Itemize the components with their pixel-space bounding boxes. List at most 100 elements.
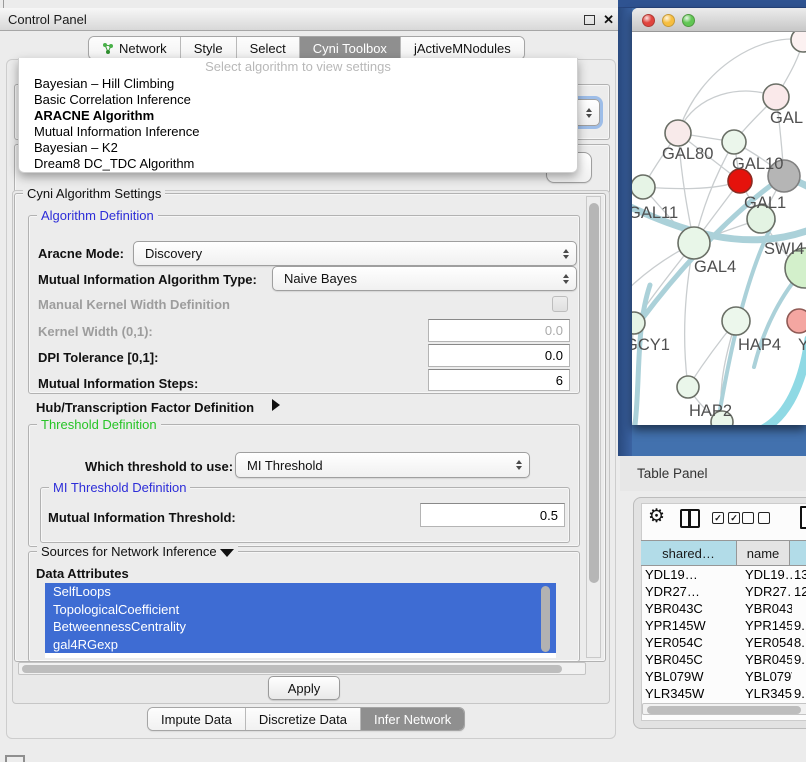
mi-type-combo[interactable]: Naive Bayes [272,266,577,291]
table-cell[interactable]: 9. [794,685,806,702]
table-cell[interactable]: YER054C [745,634,792,651]
network-window-titlebar[interactable] [632,8,806,32]
table-cell[interactable]: 8. [794,634,806,651]
node-gal80[interactable] [665,120,691,146]
tab-infer-network[interactable]: Infer Network [361,708,464,730]
tab-label: jActiveMNodules [414,41,511,56]
algorithm-option[interactable]: Basic Correlation Inference [19,92,577,108]
algorithm-option[interactable]: Bayesian – K2 [19,140,577,156]
network-canvas[interactable]: GALGAL80GAL10GAL11GAL1SWI4GAL4GCY1HAP4YH… [632,31,806,425]
aracne-mode-label: Aracne Mode: [38,246,124,261]
attribute-list-item[interactable]: gal4RGexp [45,636,556,654]
attribute-list-item[interactable]: SelfLoops [45,583,556,601]
columns-icon[interactable] [680,509,700,528]
table-cell[interactable]: YDL19… [745,566,792,583]
table-horizontal-scrollbar[interactable] [642,703,806,715]
tab-label: Discretize Data [259,712,347,727]
combo-arrows-icon [563,274,569,284]
column-header-shared…[interactable]: shared… [641,540,737,566]
column-header-A[interactable]: A [790,540,806,566]
dpi-tolerance-field[interactable]: 0.0 [428,344,570,367]
attribute-list-item[interactable]: BetweennessCentrality [45,618,556,636]
tab-label: Impute Data [161,712,232,727]
table-cell[interactable]: YPR145W [645,617,735,634]
table-cell[interactable]: YLR345W [645,685,735,702]
zoom-window-icon[interactable] [682,14,695,27]
tab-label: Style [194,41,223,56]
mi-steps-field[interactable]: 6 [428,369,570,391]
minimize-window-icon[interactable] [662,14,675,27]
float-panel-icon[interactable] [584,15,595,25]
tab-style[interactable]: Style [181,37,237,59]
table-panel-titlebar: Table Panel [620,456,806,491]
table-cell[interactable]: YBR045C [745,651,792,668]
desktop-top-strip [618,0,806,8]
table-cell[interactable]: 12 [794,583,806,600]
algorithm-option[interactable]: ARACNE Algorithm [19,108,577,124]
apply-button[interactable]: Apply [268,676,340,700]
collapse-arrow-icon[interactable] [220,549,234,557]
minimized-panel-icon[interactable] [5,755,25,762]
aracne-mode-combo[interactable]: Discovery [133,241,577,266]
deselect-all-checks-icon[interactable] [742,512,770,524]
node-hap2[interactable] [677,376,699,398]
node-top[interactable] [791,31,806,52]
tab-cyni-toolbox[interactable]: Cyni Toolbox [300,37,401,59]
node-gal7[interactable] [763,84,789,110]
tab-label: Network [119,41,167,56]
settings-horizontal-scrollbar-thumb[interactable] [22,665,562,673]
attributes-list-scrollbar-thumb[interactable] [541,586,550,652]
table-cell[interactable]: YBR043C [745,600,792,617]
data-attributes-list[interactable]: SelfLoopsTopologicalCoefficientBetweenne… [45,583,556,658]
algorithm-option[interactable]: Mutual Information Inference [19,124,577,140]
table-cell[interactable]: YBR043C [645,600,735,617]
node-label: HAP4 [738,336,781,354]
tab-network[interactable]: Network [89,37,181,59]
table-cell[interactable]: YDR27… [645,583,735,600]
table-cell[interactable]: 13 [794,566,806,583]
settings-horizontal-scrollbar[interactable] [18,662,586,675]
table-cell[interactable]: 9. [794,617,806,634]
document-icon[interactable] [800,506,806,529]
table-cell[interactable]: YDL19… [645,566,735,583]
manual-kernel-checkbox[interactable] [552,296,568,312]
which-threshold-value: MI Threshold [247,458,323,473]
table-cell[interactable]: 9. [794,651,806,668]
network-icon [102,42,114,54]
table-cell[interactable]: YDR27… [745,583,792,600]
dpi-tolerance-label: DPI Tolerance [0,1]: [38,350,158,365]
select-all-checks-icon[interactable]: ✓✓ [712,512,740,524]
tab-jactivemnodules[interactable]: jActiveMNodules [401,37,524,59]
table-cell[interactable]: YBL079W [745,668,792,685]
kernel-width-field[interactable]: 0.0 [428,319,570,342]
gear-icon[interactable]: ⚙ [648,505,665,528]
node-gal4[interactable] [678,227,710,259]
node-hap4[interactable] [722,307,750,335]
settings-vertical-scrollbar[interactable] [586,196,601,658]
table-cell[interactable]: YLR345W [745,685,792,702]
tab-impute-data[interactable]: Impute Data [148,708,246,730]
close-panel-icon[interactable]: ✕ [603,13,614,26]
table-cell[interactable]: YBL079W [645,668,735,685]
table-cell[interactable]: YER054C [645,634,735,651]
attribute-list-item[interactable]: TopologicalCoefficient [45,601,556,619]
algorithm-option[interactable]: Dream8 DC_TDC Algorithm [19,156,577,172]
settings-vertical-scrollbar-thumb[interactable] [589,203,599,583]
tab-select[interactable]: Select [237,37,300,59]
node-gal10[interactable] [722,130,746,154]
network-window: GALGAL80GAL10GAL11GAL1SWI4GAL4GCY1HAP4YH… [632,8,806,425]
close-window-icon[interactable] [642,14,655,27]
algorithm-option[interactable]: Bayesian – Hill Climbing [19,76,577,92]
table-horizontal-scrollbar-thumb[interactable] [647,706,801,714]
expand-arrow-icon[interactable] [272,399,280,411]
node-gal11[interactable] [632,175,655,199]
node-pink[interactable] [787,309,806,333]
mi-threshold-label: Mutual Information Threshold: [48,510,236,525]
table-cell[interactable]: YBR045C [645,651,735,668]
mi-steps-value: 6 [556,373,563,388]
tab-discretize-data[interactable]: Discretize Data [246,708,361,730]
which-threshold-combo[interactable]: MI Threshold [235,452,530,478]
mi-threshold-field[interactable]: 0.5 [420,503,565,527]
column-header-name[interactable]: name [737,540,790,566]
table-cell[interactable]: YPR145W [745,617,792,634]
